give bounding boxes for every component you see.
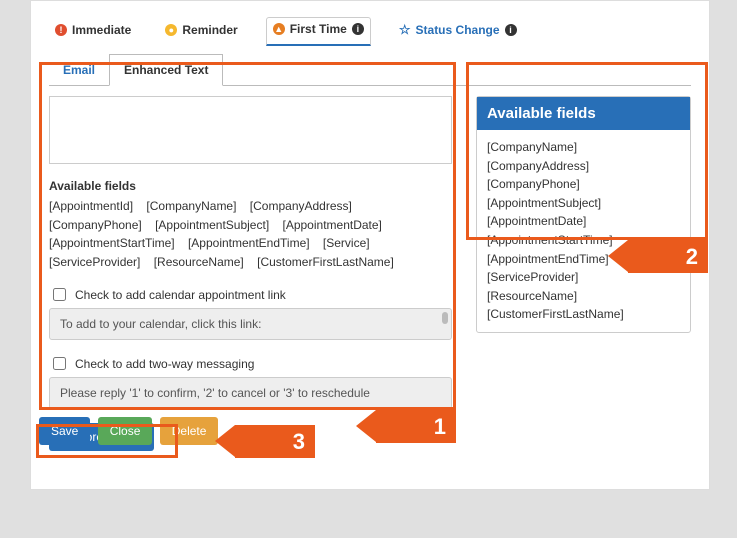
field-token[interactable]: [ResourceName] <box>154 253 244 272</box>
tab-immediate[interactable]: ! Immediate <box>49 19 137 45</box>
available-fields-card: Available fields [CompanyName] [CompanyA… <box>476 96 691 333</box>
field-token[interactable]: [ResourceName] <box>487 287 577 306</box>
field-token[interactable]: [CompanyPhone] <box>487 175 580 194</box>
two-way-label: Check to add two-way messaging <box>75 357 254 371</box>
tab-label: First Time <box>290 22 347 36</box>
available-fields-heading: Available fields <box>49 179 452 193</box>
field-token[interactable]: [Service] <box>620 250 667 269</box>
tab-label: Status Change <box>416 23 500 37</box>
field-token[interactable]: [CustomerFirstLastName] <box>257 253 394 272</box>
tab-label: Reminder <box>182 23 237 37</box>
field-token[interactable]: [AppointmentId] <box>49 197 133 216</box>
delete-button[interactable]: Delete <box>160 417 219 445</box>
action-buttons-row: Save Close Delete <box>39 417 222 445</box>
field-token[interactable]: [AppointmentEndTime] <box>188 234 310 253</box>
field-token[interactable]: [ServiceProvider] <box>487 268 578 287</box>
calendar-link-label: Check to add calendar appointment link <box>75 288 286 302</box>
warning-icon: ▲ <box>273 23 285 35</box>
field-token[interactable]: [CustomerFirstLastName] <box>487 305 624 324</box>
tab-status-change[interactable]: ☆ Status Change i <box>393 18 523 46</box>
field-token[interactable]: [AppointmentSubject] <box>487 194 601 213</box>
field-token[interactable]: [CompanyName] <box>146 197 236 216</box>
field-token[interactable]: [CompanyAddress] <box>250 197 352 216</box>
info-icon: i <box>352 23 364 35</box>
field-token[interactable]: [AppointmentStartTime] <box>49 234 175 253</box>
available-fields-list: [AppointmentId] [CompanyName] [CompanyAd… <box>49 197 452 271</box>
star-icon: ☆ <box>399 22 411 38</box>
field-token[interactable]: [Service] <box>323 234 370 253</box>
field-token[interactable]: [AppointmentSubject] <box>155 216 269 235</box>
exclamation-icon: ! <box>55 24 67 36</box>
close-button[interactable]: Close <box>98 417 153 445</box>
message-editor-column: Available fields [AppointmentId] [Compan… <box>49 96 452 451</box>
field-token[interactable]: [AppointmentEndTime] <box>487 250 609 269</box>
message-body-textarea[interactable] <box>49 96 452 164</box>
calendar-link-preview: To add to your calendar, click this link… <box>49 308 452 340</box>
calendar-link-checkbox[interactable] <box>53 288 66 301</box>
scrollbar-thumb[interactable] <box>442 312 448 324</box>
field-token[interactable]: [AppointmentDate] <box>487 212 586 231</box>
tab-first-time[interactable]: ▲ First Time i <box>266 17 371 46</box>
field-token[interactable]: [CompanyName] <box>487 138 577 157</box>
tab-label: Immediate <box>72 23 131 37</box>
field-token[interactable]: [AppointmentStartTime] <box>487 231 613 250</box>
two-way-checkbox[interactable] <box>53 357 66 370</box>
lightbulb-icon: ● <box>165 24 177 36</box>
card-fields-list: [CompanyName] [CompanyAddress] [CompanyP… <box>477 130 690 332</box>
subtab-email[interactable]: Email <box>49 55 109 85</box>
two-way-preview: Please reply '1' to confirm, '2' to canc… <box>49 377 452 409</box>
field-token[interactable]: [AppointmentDate] <box>283 216 382 235</box>
field-token[interactable]: [CompanyAddress] <box>487 157 589 176</box>
channel-tabs: Email Enhanced Text <box>49 54 691 86</box>
tab-reminder[interactable]: ● Reminder <box>159 19 243 45</box>
field-token[interactable]: [ServiceProvider] <box>49 253 140 272</box>
notification-type-tabs: ! Immediate ● Reminder ▲ First Time i ☆ … <box>49 13 691 46</box>
notification-settings-panel: ! Immediate ● Reminder ▲ First Time i ☆ … <box>30 0 710 490</box>
card-heading: Available fields <box>477 97 690 130</box>
info-icon: i <box>505 24 517 36</box>
subtab-enhanced-text[interactable]: Enhanced Text <box>109 54 223 86</box>
save-button[interactable]: Save <box>39 417 90 445</box>
field-token[interactable]: [CompanyPhone] <box>49 216 142 235</box>
